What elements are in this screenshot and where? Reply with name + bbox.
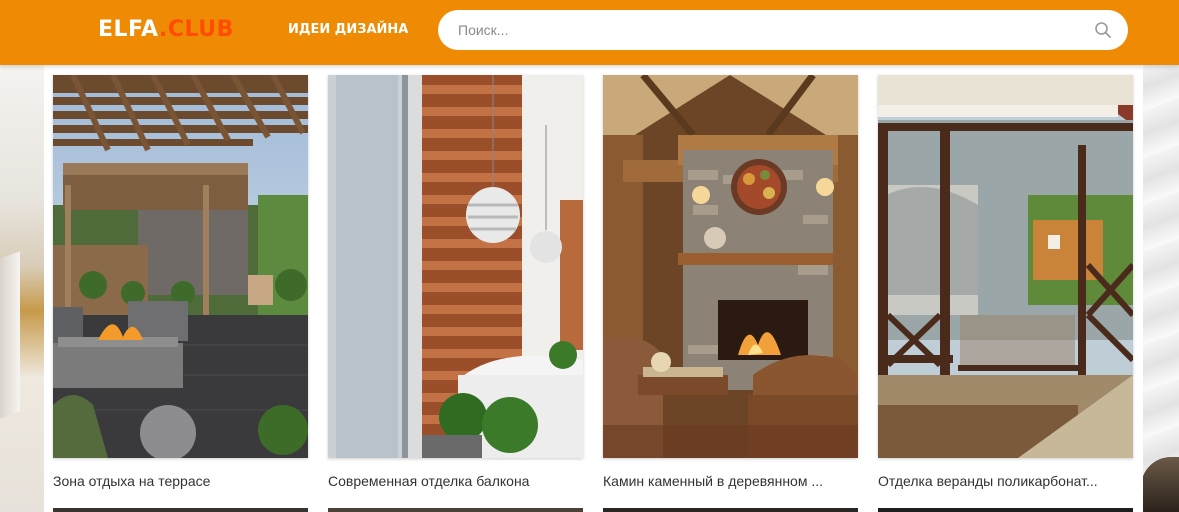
gallery-card[interactable]: Отделка веранды поликарбонат... bbox=[878, 75, 1133, 489]
next-row-card-edge bbox=[328, 508, 583, 512]
search-bar bbox=[438, 10, 1128, 50]
gallery-card[interactable]: Зона отдыха на террасе bbox=[53, 75, 308, 489]
logo-main-text: ELFA bbox=[98, 17, 159, 42]
card-caption[interactable]: Зона отдыха на террасе bbox=[53, 473, 308, 489]
card-image-balcony[interactable] bbox=[328, 75, 583, 458]
next-row-card-edge bbox=[878, 508, 1133, 512]
gallery-card[interactable]: Современная отделка балкона bbox=[328, 75, 583, 489]
nav-link-design-ideas[interactable]: ИДЕИ ДИЗАЙНА bbox=[288, 22, 408, 37]
card-caption[interactable]: Отделка веранды поликарбонат... bbox=[878, 473, 1133, 489]
card-caption[interactable]: Современная отделка балкона bbox=[328, 473, 583, 489]
card-caption[interactable]: Камин каменный в деревянном ... bbox=[603, 473, 858, 489]
card-image-veranda[interactable] bbox=[878, 75, 1133, 458]
gallery-card[interactable]: Камин каменный в деревянном ... bbox=[603, 75, 858, 489]
search-input[interactable] bbox=[458, 19, 1078, 41]
next-row-card-edge bbox=[603, 508, 858, 512]
card-image-terrace[interactable] bbox=[53, 75, 308, 458]
background-left-decoration bbox=[0, 65, 45, 512]
background-right-decoration bbox=[1141, 65, 1179, 512]
logo-accent-text: .CLUB bbox=[159, 17, 234, 42]
next-row-card-edge bbox=[53, 508, 308, 512]
search-icon[interactable] bbox=[1094, 21, 1112, 39]
site-logo[interactable]: ELFA.CLUB bbox=[98, 17, 234, 42]
card-image-fireplace[interactable] bbox=[603, 75, 858, 458]
site-header: ELFA.CLUB ИДЕИ ДИЗАЙНА bbox=[0, 0, 1179, 65]
gallery-grid: Зона отдыха на террасе Современная отдел… bbox=[44, 65, 1143, 512]
